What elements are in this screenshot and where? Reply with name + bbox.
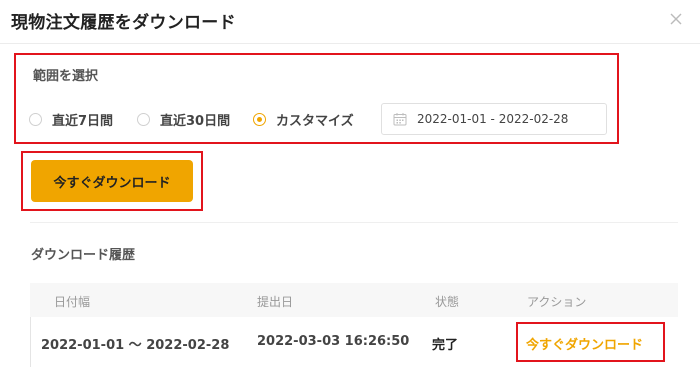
close-icon[interactable] [666, 9, 686, 29]
modal-header: 現物注文履歴をダウンロード [0, 0, 700, 44]
cell-status: 完了 [432, 338, 459, 353]
history-table-header: 日付幅 提出日 状態 アクション [30, 283, 678, 317]
date-range-picker[interactable]: 2022-01-01 - 2022-02-28 [381, 103, 607, 135]
radio-dot [137, 112, 150, 126]
download-button-highlight: 今すぐダウンロード [21, 151, 203, 211]
date-range-value: 2022-01-01 - 2022-02-28 [417, 112, 569, 126]
radio-dot [29, 112, 42, 126]
section-divider [30, 222, 678, 223]
radio-label: 直近30日間 [160, 113, 231, 129]
column-header-submitted: 提出日 [257, 295, 294, 309]
radio-customize[interactable]: カスタマイズ [253, 110, 354, 129]
history-title: ダウンロード履歴 [31, 248, 136, 263]
row-download-link[interactable]: 今すぐダウンロード [526, 334, 643, 353]
radio-last-7-days[interactable]: 直近7日間 [29, 110, 114, 129]
action-highlight: 今すぐダウンロード [516, 322, 665, 362]
download-now-button[interactable]: 今すぐダウンロード [31, 160, 193, 202]
column-header-status: 状態 [435, 295, 460, 309]
radio-label: 直近7日間 [52, 113, 114, 129]
range-label: 範囲を選択 [33, 69, 99, 84]
cell-date-range: 2022-01-01 ～ 2022-02-28 [41, 338, 230, 353]
cell-submitted: 2022-03-03 16:26:50 [257, 334, 410, 349]
radio-label: カスタマイズ [276, 113, 354, 129]
radio-dot-checked [253, 112, 266, 126]
radio-last-30-days[interactable]: 直近30日間 [137, 110, 231, 129]
calendar-icon [393, 113, 407, 126]
range-selection-panel: 範囲を選択 直近7日間 直近30日間 カスタマイズ 2022-01-01 - 2… [14, 53, 619, 144]
column-header-action: アクション [527, 295, 587, 309]
modal-title: 現物注文履歴をダウンロード [11, 13, 236, 33]
column-header-date-range: 日付幅 [54, 295, 91, 309]
download-history-modal: 現物注文履歴をダウンロード 範囲を選択 直近7日間 直近30日間 カスタマイズ [0, 0, 700, 379]
table-row: 2022-01-01 ～ 2022-02-28 2022-03-03 16:26… [30, 317, 678, 367]
